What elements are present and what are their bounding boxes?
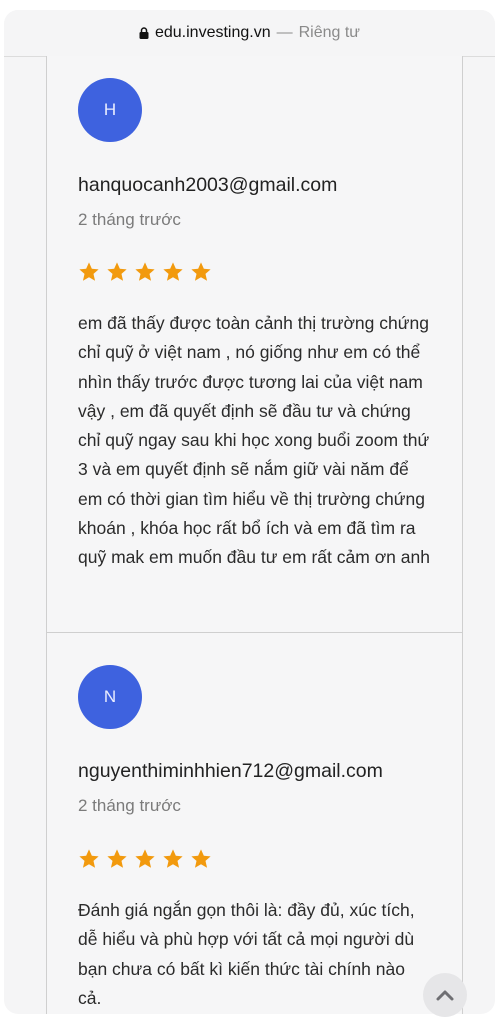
- lock-icon: [139, 27, 149, 39]
- avatar: N: [78, 665, 142, 729]
- url-domain: edu.investing.vn: [154, 24, 271, 41]
- review-text: Đánh giá ngắn gọn thôi là: đầy đủ, xúc t…: [78, 900, 415, 1008]
- chevron-up-icon: [436, 990, 454, 1001]
- star-icon: [135, 262, 155, 281]
- scroll-to-top-button[interactable]: [423, 973, 467, 1017]
- review-time: 2 tháng trước: [78, 210, 181, 229]
- review-item: H hanquocanh2003@gmail.com 2 tháng trước…: [47, 56, 462, 633]
- star-icon: [107, 262, 127, 281]
- star-icon: [163, 262, 183, 281]
- star-icon: [135, 849, 155, 868]
- review-item: N nguyenthiminhhien712@gmail.com 2 tháng…: [47, 633, 462, 1014]
- url-separator: —: [276, 24, 293, 41]
- browser-frame: edu.investing.vn — Riêng tư H hanquocanh…: [4, 10, 495, 1014]
- review-time: 2 tháng trước: [78, 796, 181, 815]
- review-text: em đã thấy được toàn cảnh thị trường chứ…: [78, 313, 430, 568]
- star-icon: [191, 262, 211, 281]
- star-icon: [163, 849, 183, 868]
- reviewer-email: hanquocanh2003@gmail.com: [78, 174, 338, 196]
- star-icon: [79, 849, 99, 868]
- privacy-label: Riêng tư: [298, 24, 361, 41]
- star-icon: [107, 849, 127, 868]
- reviews-list: H hanquocanh2003@gmail.com 2 tháng trước…: [46, 56, 463, 1014]
- star-icon: [191, 849, 211, 868]
- star-rating: [78, 848, 212, 870]
- star-rating: [78, 261, 212, 283]
- reviewer-email: nguyenthiminhhien712@gmail.com: [78, 760, 383, 782]
- address-bar[interactable]: edu.investing.vn — Riêng tư: [4, 10, 495, 57]
- star-icon: [79, 262, 99, 281]
- avatar: H: [78, 78, 142, 142]
